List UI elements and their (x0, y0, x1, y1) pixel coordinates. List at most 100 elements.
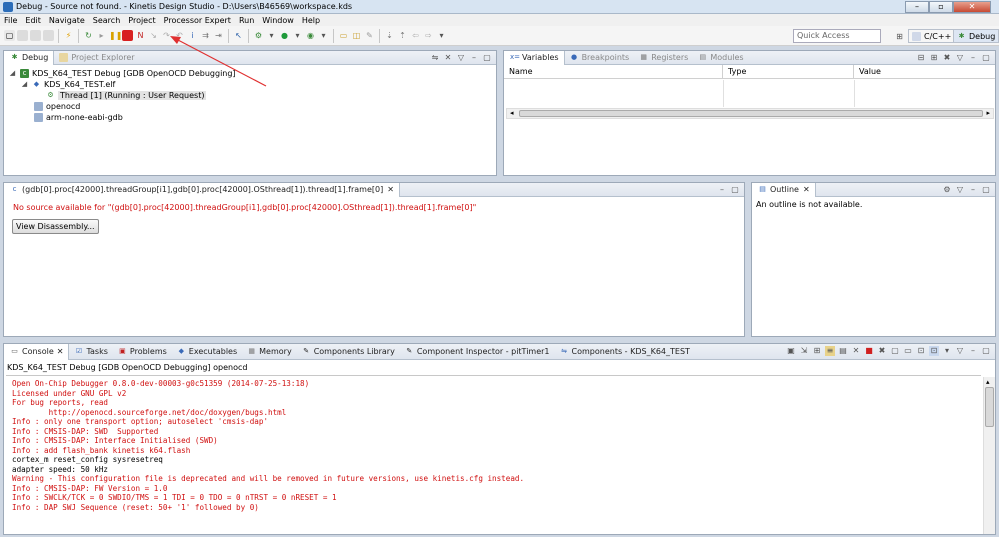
instruction-stepping-icon[interactable]: i (187, 30, 198, 41)
tree-elf[interactable]: ◢ ◆ KDS_K64_TEST.elf (20, 80, 116, 89)
tab-breakpoints[interactable]: ● Breakpoints (565, 51, 635, 65)
skip-breakpoints-icon[interactable]: ⚡ (63, 30, 74, 41)
minimize-view-icon[interactable]: – (968, 185, 978, 195)
maximize-view-icon[interactable]: ▢ (981, 53, 991, 63)
close-tab-icon[interactable]: ✕ (57, 347, 64, 356)
console-output[interactable]: Open On-Chip Debugger 0.8.0-dev-00003-g0… (12, 379, 524, 512)
external-tools-icon[interactable]: ◉ (305, 30, 316, 41)
view-disassembly-button[interactable]: View Disassembly... (12, 219, 99, 234)
drop-to-frame-icon[interactable]: ⇉ (200, 30, 211, 41)
perspective-cc-button[interactable]: C/C++ (908, 29, 956, 43)
scroll-up-icon[interactable]: ▴ (986, 378, 990, 386)
terminate-console-icon[interactable]: ■ (864, 346, 874, 356)
remove-all-terminated-icon[interactable]: ✖ (877, 346, 887, 356)
show-stderr-icon[interactable]: ⊡ (929, 346, 939, 356)
view-menu-icon[interactable]: ▽ (955, 53, 965, 63)
open-folder-icon[interactable]: ▭ (338, 30, 349, 41)
menu-edit[interactable]: Edit (21, 16, 45, 25)
resume-icon[interactable]: ▸ (96, 30, 107, 41)
scroll-left-icon[interactable]: ◂ (510, 109, 514, 118)
next-annotation-icon[interactable]: ⇣ (384, 30, 395, 41)
terminate-icon[interactable] (122, 30, 133, 41)
tab-tasks[interactable]: ☑ Tasks (69, 345, 112, 359)
perspective-debug-button[interactable]: ✱ Debug (953, 29, 999, 43)
collapse-all-icon[interactable]: ⊞ (929, 53, 939, 63)
view-menu-icon[interactable]: ▽ (456, 53, 466, 63)
menu-project[interactable]: Project (124, 16, 159, 25)
display-selected-console-icon[interactable]: ▢ (890, 346, 900, 356)
tab-memory[interactable]: ▦ Memory (242, 345, 297, 359)
tab-variables[interactable]: x= Variables (504, 50, 565, 65)
run-icon[interactable]: ● (279, 30, 290, 41)
remove-launch-icon[interactable]: ✕ (851, 346, 861, 356)
dropdown-arrow-icon[interactable]: ▾ (292, 30, 303, 41)
minimize-view-icon[interactable]: – (469, 53, 479, 63)
close-tab-icon[interactable]: ✕ (387, 185, 394, 194)
tree-thread[interactable]: ⚙ Thread [1] (Running : User Request) (46, 91, 207, 100)
minimize-view-icon[interactable]: – (717, 185, 727, 195)
outline-filter-icon[interactable]: ⚙ (942, 185, 952, 195)
tab-console[interactable]: ▭ Console ✕ (4, 343, 70, 360)
step-return-icon[interactable]: ↶ (174, 30, 185, 41)
scroll-lock-icon[interactable]: ≡ (825, 346, 835, 356)
word-wrap-icon[interactable]: ⊞ (812, 346, 822, 356)
tab-components-library[interactable]: ✎ Components Library (297, 345, 400, 359)
tab-debug[interactable]: ✱ Debug (4, 50, 55, 65)
close-tab-icon[interactable]: ✕ (803, 185, 810, 194)
close-button[interactable]: ✕ (953, 1, 991, 13)
remove-all-icon[interactable]: ✖ (942, 53, 952, 63)
tab-component-inspector[interactable]: ✎ Component Inspector - pitTimer1 (400, 345, 555, 359)
new-icon[interactable]: ▢ (4, 30, 15, 41)
show-stdout-icon[interactable]: ⊡ (916, 346, 926, 356)
suspend-icon[interactable]: ❚❚ (109, 30, 122, 41)
save-icon[interactable] (17, 30, 28, 41)
prev-annotation-icon[interactable]: ⇡ (397, 30, 408, 41)
scrollbar-thumb[interactable] (519, 110, 983, 117)
disconnect-icon[interactable]: N (135, 30, 146, 41)
menu-run[interactable]: Run (235, 16, 258, 25)
maximize-view-icon[interactable]: ▢ (482, 53, 492, 63)
open-console-icon[interactable]: ▣ (786, 346, 796, 356)
forward-icon[interactable]: ⇨ (423, 30, 434, 41)
menu-window[interactable]: Window (258, 16, 298, 25)
maximize-button[interactable]: ▫ (929, 1, 953, 13)
save-all-icon[interactable] (30, 30, 41, 41)
back-icon[interactable]: ⇦ (410, 30, 421, 41)
tab-components[interactable]: ⇋ Components - KDS_K64_TEST (555, 345, 695, 359)
menu-help[interactable]: Help (298, 16, 324, 25)
open-perspective-icon[interactable]: ⊞ (894, 31, 905, 42)
maximize-view-icon[interactable]: ▢ (981, 346, 991, 356)
step-over-icon[interactable]: ↷ (161, 30, 172, 41)
pin-console-icon[interactable]: ⇲ (799, 346, 809, 356)
menu-navigate[interactable]: Navigate (45, 16, 89, 25)
tree-gdb[interactable]: arm-none-eabi-gdb (34, 113, 123, 122)
minimize-button[interactable]: – (905, 1, 929, 13)
column-value[interactable]: Value (854, 65, 995, 79)
dropdown-arrow-icon[interactable]: ▾ (436, 30, 447, 41)
maximize-view-icon[interactable]: ▢ (730, 185, 740, 195)
menu-search[interactable]: Search (89, 16, 124, 25)
column-name[interactable]: Name (504, 64, 723, 79)
dropdown-arrow-icon[interactable]: ▾ (318, 30, 329, 41)
view-menu-icon[interactable]: ▽ (955, 185, 965, 195)
scrollbar-thumb[interactable] (985, 387, 994, 427)
use-step-filters-icon[interactable]: ⇥ (213, 30, 224, 41)
column-type[interactable]: Type (723, 64, 854, 79)
menu-processor-expert[interactable]: Processor Expert (160, 16, 235, 25)
build-icon[interactable]: ⚙ (253, 30, 264, 41)
new-console-icon[interactable]: ▾ (942, 346, 952, 356)
pin-icon[interactable]: ✎ (364, 30, 375, 41)
horizontal-scrollbar[interactable]: ◂ ▸ (506, 108, 994, 119)
open-type-icon[interactable]: ◫ (351, 30, 362, 41)
tab-problems[interactable]: ▣ Problems (113, 345, 172, 359)
tree-launch[interactable]: ◢ c KDS_K64_TEST Debug [GDB OpenOCD Debu… (8, 69, 236, 78)
link-icon[interactable]: ⇋ (430, 53, 440, 63)
step-into-icon[interactable]: ↘ (148, 30, 159, 41)
tab-outline[interactable]: ▤ Outline ✕ (752, 182, 816, 197)
dropdown-arrow-icon[interactable]: ▾ (266, 30, 277, 41)
tab-modules[interactable]: ▤ Modules (693, 51, 748, 65)
tree-openocd[interactable]: openocd (34, 102, 80, 111)
tab-executables[interactable]: ◆ Executables (172, 345, 242, 359)
tab-registers[interactable]: ▦ Registers (634, 51, 693, 65)
maximize-view-icon[interactable]: ▢ (981, 185, 991, 195)
